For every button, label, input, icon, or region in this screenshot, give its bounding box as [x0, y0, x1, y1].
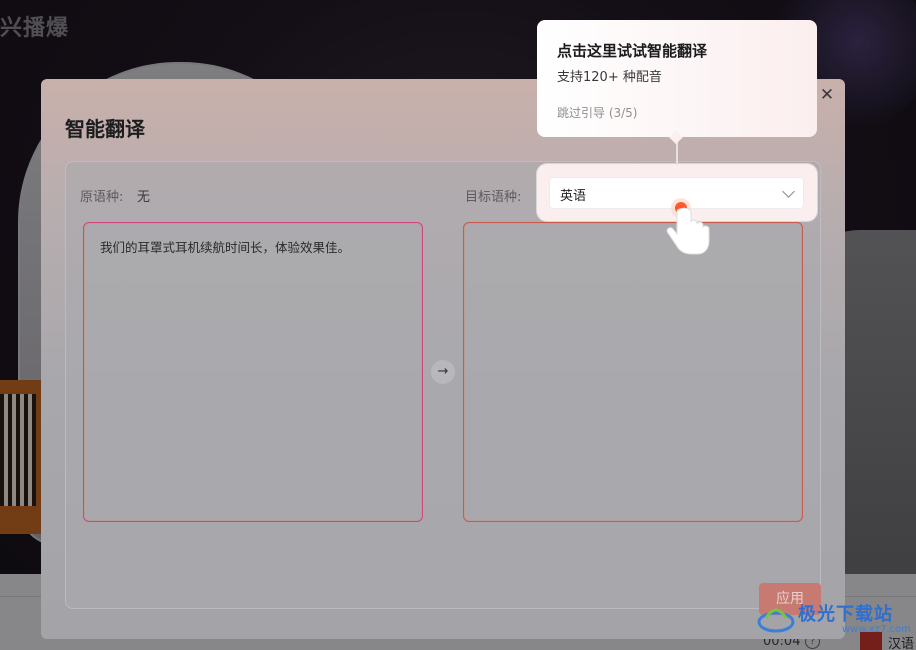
guide-title: 点击这里试试智能翻译 — [557, 42, 708, 60]
target-text-area[interactable] — [463, 222, 803, 522]
watermark-text: 极光下载站 — [798, 604, 893, 625]
watermark-url: www.xz7.com — [842, 624, 911, 635]
guide-tooltip: 点击这里试试智能翻译 支持120+ 种配音 跳过引导 (3/5) — [537, 20, 817, 137]
target-language-label: 目标语种: — [465, 190, 522, 205]
close-icon[interactable]: ✕ — [819, 87, 835, 104]
source-text: 我们的耳罩式耳机续航时间长，体验效果佳。 — [100, 240, 351, 255]
guide-subtitle: 支持120+ 种配音 — [557, 70, 662, 85]
skip-guide-link[interactable]: 跳过引导 (3/5) — [557, 104, 638, 121]
watermark: 极光下载站 www.xz7.com — [756, 598, 916, 642]
source-language-value: 无 — [137, 190, 151, 205]
hand-pointer-icon — [666, 198, 710, 255]
chevron-down-icon — [782, 185, 795, 198]
source-text-area[interactable]: 我们的耳罩式耳机续航时间长，体验效果佳。 — [83, 222, 423, 522]
translate-dialog: 智能翻译 ✕ 原语种: 无 目标语种: 我们的耳罩式耳机续航时间长，体验效果佳。… — [41, 79, 845, 639]
arrow-right-icon[interactable]: → — [431, 360, 455, 384]
target-language-selected: 英语 — [560, 189, 587, 204]
watermark-logo-icon — [757, 608, 795, 633]
dialog-title: 智能翻译 — [65, 117, 145, 141]
source-language-label: 原语种: — [80, 190, 124, 205]
